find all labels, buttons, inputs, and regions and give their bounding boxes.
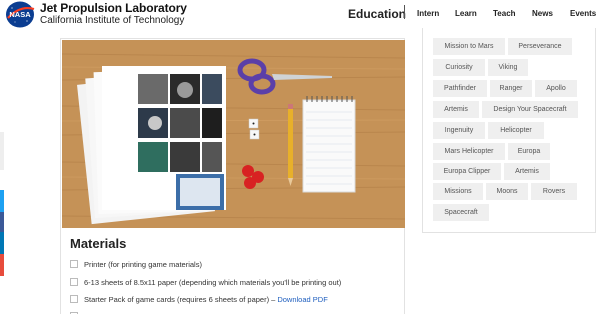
tag-pathfinder[interactable]: Pathfinder <box>433 80 487 97</box>
nav-education[interactable]: Education <box>348 7 406 21</box>
tag-curiosity[interactable]: Curiosity <box>433 59 485 76</box>
tag-europa-clipper[interactable]: Europa Clipper <box>433 163 501 180</box>
nav-divider <box>404 5 405 19</box>
tag-ranger[interactable]: Ranger <box>490 80 532 97</box>
material-text: Printer (for printing game materials) <box>84 259 202 269</box>
nav-learn[interactable]: Learn <box>455 9 477 18</box>
facebook-share-button[interactable] <box>0 212 4 232</box>
tag-spacecraft[interactable]: Spacecraft <box>433 204 489 221</box>
nav-intern[interactable]: Intern <box>417 9 439 18</box>
email-share-button[interactable] <box>0 254 4 276</box>
card-sheets-stack <box>77 66 226 225</box>
tag-helicopter[interactable]: Helicopter <box>488 122 544 139</box>
site-header: NASA Jet Propulsion Laboratory Californi… <box>0 0 600 30</box>
linkedin-share-button[interactable] <box>0 232 4 254</box>
tag-missions[interactable]: Missions <box>433 183 483 200</box>
tag-europa[interactable]: Europa <box>508 143 550 160</box>
material-checkbox[interactable] <box>70 295 78 303</box>
material-item: 6-13 sheets of 8.5x11 paper (depending w… <box>70 276 341 288</box>
material-checkbox[interactable] <box>70 260 78 268</box>
tag-ingenuity[interactable]: Ingenuity <box>433 122 485 139</box>
material-item: Printer (for printing game materials) <box>70 258 202 270</box>
share-panel-edge <box>0 132 4 170</box>
material-item: Starter Pack of game cards (requires 6 s… <box>70 293 328 305</box>
logo-wordmark: NASA <box>9 10 31 19</box>
nav-teach[interactable]: Teach <box>493 9 516 18</box>
pencil <box>288 104 293 186</box>
tag-design-your-spacecraft[interactable]: Design Your Spacecraft <box>482 101 578 118</box>
nav-events[interactable]: Events <box>570 9 596 18</box>
download-pdf-link[interactable]: Download PDF <box>277 295 327 304</box>
notepad <box>302 96 356 193</box>
tag-mars-helicopter[interactable]: Mars Helicopter <box>433 143 505 160</box>
nasa-logo[interactable]: NASA <box>5 1 35 28</box>
tag-viking[interactable]: Viking <box>488 59 528 76</box>
tag-apollo[interactable]: Apollo <box>535 80 577 97</box>
tag-perseverance[interactable]: Perseverance <box>508 38 572 55</box>
material-text: Starter Pack of game cards (requires 6 s… <box>84 294 276 304</box>
material-item: S <box>70 310 89 314</box>
material-checkbox[interactable] <box>70 278 78 286</box>
tag-artemis[interactable]: Artemis <box>433 101 479 118</box>
related-tags-panel: Mission to Mars Perseverance Curiosity V… <box>422 28 596 233</box>
nav-news[interactable]: News <box>532 9 553 18</box>
site-brand[interactable]: Jet Propulsion Laboratory California Ins… <box>40 2 187 27</box>
org-name: Jet Propulsion Laboratory <box>40 1 187 15</box>
materials-heading: Materials <box>70 236 127 251</box>
tag-mission-to-mars[interactable]: Mission to Mars <box>433 38 505 55</box>
tag-artemis[interactable]: Artemis <box>504 163 550 180</box>
materials-photo <box>62 40 405 228</box>
activity-card: Materials Printer (for printing game mat… <box>60 38 405 314</box>
twitter-share-button[interactable] <box>0 190 4 212</box>
material-text: 6-13 sheets of 8.5x11 paper (depending w… <box>84 277 342 287</box>
tag-rovers[interactable]: Rovers <box>531 183 577 200</box>
org-subtitle: California Institute of Technology <box>40 15 185 26</box>
tag-moons[interactable]: Moons <box>486 183 528 200</box>
